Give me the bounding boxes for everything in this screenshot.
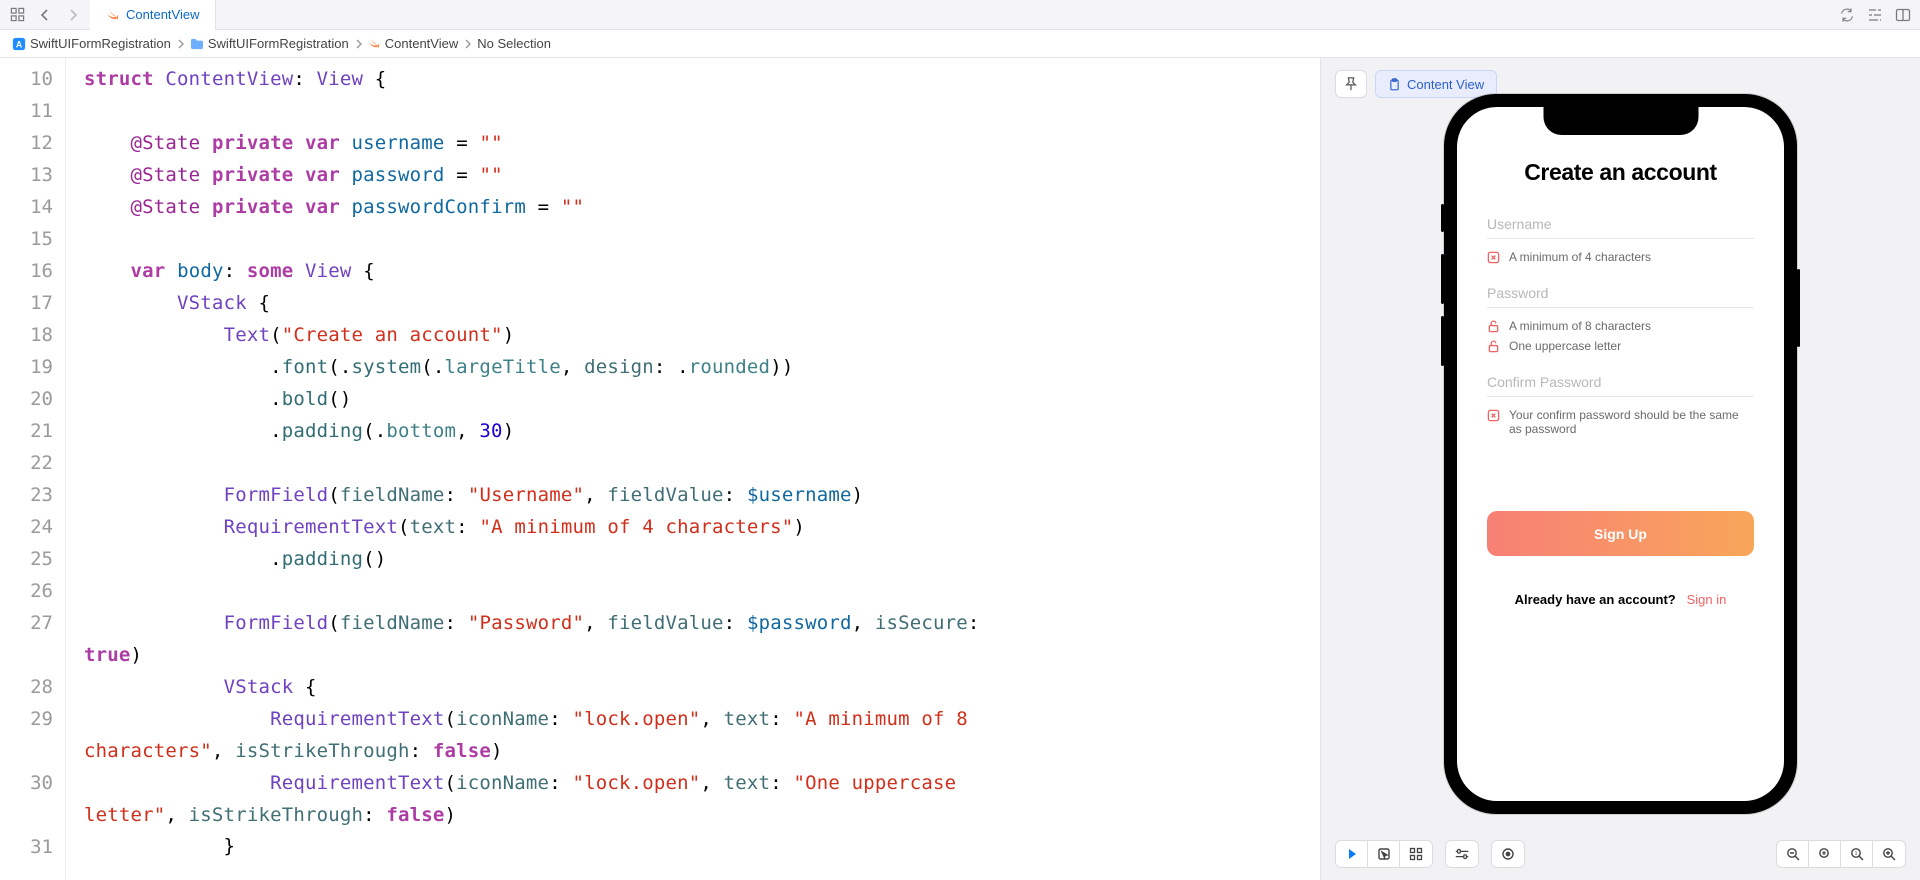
device-notch	[1543, 107, 1698, 135]
req-password-uppercase: One uppercase letter	[1487, 336, 1754, 356]
app-icon: A	[12, 37, 26, 51]
folder-icon	[190, 38, 204, 50]
xmark-square-icon	[1487, 409, 1501, 422]
field-confirm-password[interactable]: Confirm Password	[1487, 368, 1754, 397]
preview-toolbar: 1	[1335, 840, 1906, 868]
grid-icon	[1409, 847, 1423, 861]
related-items-icon[interactable]	[6, 4, 28, 26]
signup-button[interactable]: Sign Up	[1487, 511, 1754, 556]
device-screen[interactable]: Create an account Username A minimum of …	[1457, 107, 1784, 801]
lock-open-icon	[1487, 320, 1501, 333]
main-split: 1011121314151617181920212223242526272829…	[0, 58, 1920, 880]
zoom-in-button[interactable]	[1873, 841, 1905, 867]
signin-row: Already have an account? Sign in	[1487, 592, 1754, 607]
code-body[interactable]: struct ContentView: View { @State privat…	[66, 58, 1320, 880]
adjust-editor-icon[interactable]	[1864, 4, 1886, 26]
tab-contentview[interactable]: ContentView	[90, 0, 216, 30]
zoom-in-icon	[1882, 847, 1896, 861]
xmark-square-icon	[1487, 251, 1501, 264]
field-password[interactable]: Password	[1487, 279, 1754, 308]
chevron-right-icon	[177, 39, 184, 49]
lock-open-icon	[1487, 340, 1501, 353]
variants-button[interactable]	[1400, 841, 1432, 867]
add-editor-icon[interactable]	[1892, 4, 1914, 26]
req-confirm-same: Your confirm password should be the same…	[1487, 405, 1754, 439]
device-frame: Create an account Username A minimum of …	[1444, 94, 1797, 814]
tab-label: ContentView	[126, 7, 199, 22]
field-username[interactable]: Username	[1487, 210, 1754, 239]
svg-text:1: 1	[1854, 851, 1857, 857]
clipboard-icon	[1388, 78, 1401, 91]
cursor-icon	[1377, 847, 1391, 861]
req-username-min: A minimum of 4 characters	[1487, 247, 1754, 267]
device-settings-button[interactable]	[1446, 841, 1478, 867]
svg-text:A: A	[16, 39, 23, 49]
code-editor[interactable]: 1011121314151617181920212223242526272829…	[0, 58, 1320, 880]
zoom-fit-button[interactable]	[1809, 841, 1841, 867]
zoom-out-button[interactable]	[1777, 841, 1809, 867]
crumb-file[interactable]: ContentView	[366, 36, 460, 51]
sliders-icon	[1454, 847, 1470, 861]
live-button[interactable]	[1336, 841, 1368, 867]
preview-on-device-button[interactable]	[1492, 841, 1524, 867]
refresh-icon[interactable]	[1836, 4, 1858, 26]
zoom-out-icon	[1786, 847, 1800, 861]
line-gutter: 1011121314151617181920212223242526272829…	[0, 58, 66, 880]
crumb-project[interactable]: A SwiftUIFormRegistration	[10, 36, 173, 51]
preview-pane: Content View Create an account Username	[1320, 58, 1920, 880]
selectable-button[interactable]	[1368, 841, 1400, 867]
forward-button[interactable]	[62, 4, 84, 26]
pin-button[interactable]	[1335, 70, 1367, 98]
chevron-right-icon	[355, 39, 362, 49]
swift-icon	[368, 37, 381, 50]
zoom-actual-button[interactable]: 1	[1841, 841, 1873, 867]
form-title: Create an account	[1487, 159, 1754, 186]
circle-icon	[1501, 847, 1515, 861]
zoom-100-icon: 1	[1850, 847, 1864, 861]
swift-icon	[106, 8, 120, 22]
req-password-min: A minimum of 8 characters	[1487, 316, 1754, 336]
back-button[interactable]	[34, 4, 56, 26]
tab-bar: ContentView	[0, 0, 1920, 30]
signin-link[interactable]: Sign in	[1687, 592, 1727, 607]
chevron-right-icon	[464, 39, 471, 49]
breadcrumb: A SwiftUIFormRegistration SwiftUIFormReg…	[0, 30, 1920, 58]
zoom-fit-icon	[1818, 847, 1832, 861]
pin-icon	[1344, 77, 1358, 91]
crumb-folder[interactable]: SwiftUIFormRegistration	[188, 36, 351, 51]
crumb-selection[interactable]: No Selection	[475, 36, 553, 51]
play-icon	[1345, 847, 1359, 861]
preview-selector[interactable]: Content View	[1375, 70, 1497, 98]
